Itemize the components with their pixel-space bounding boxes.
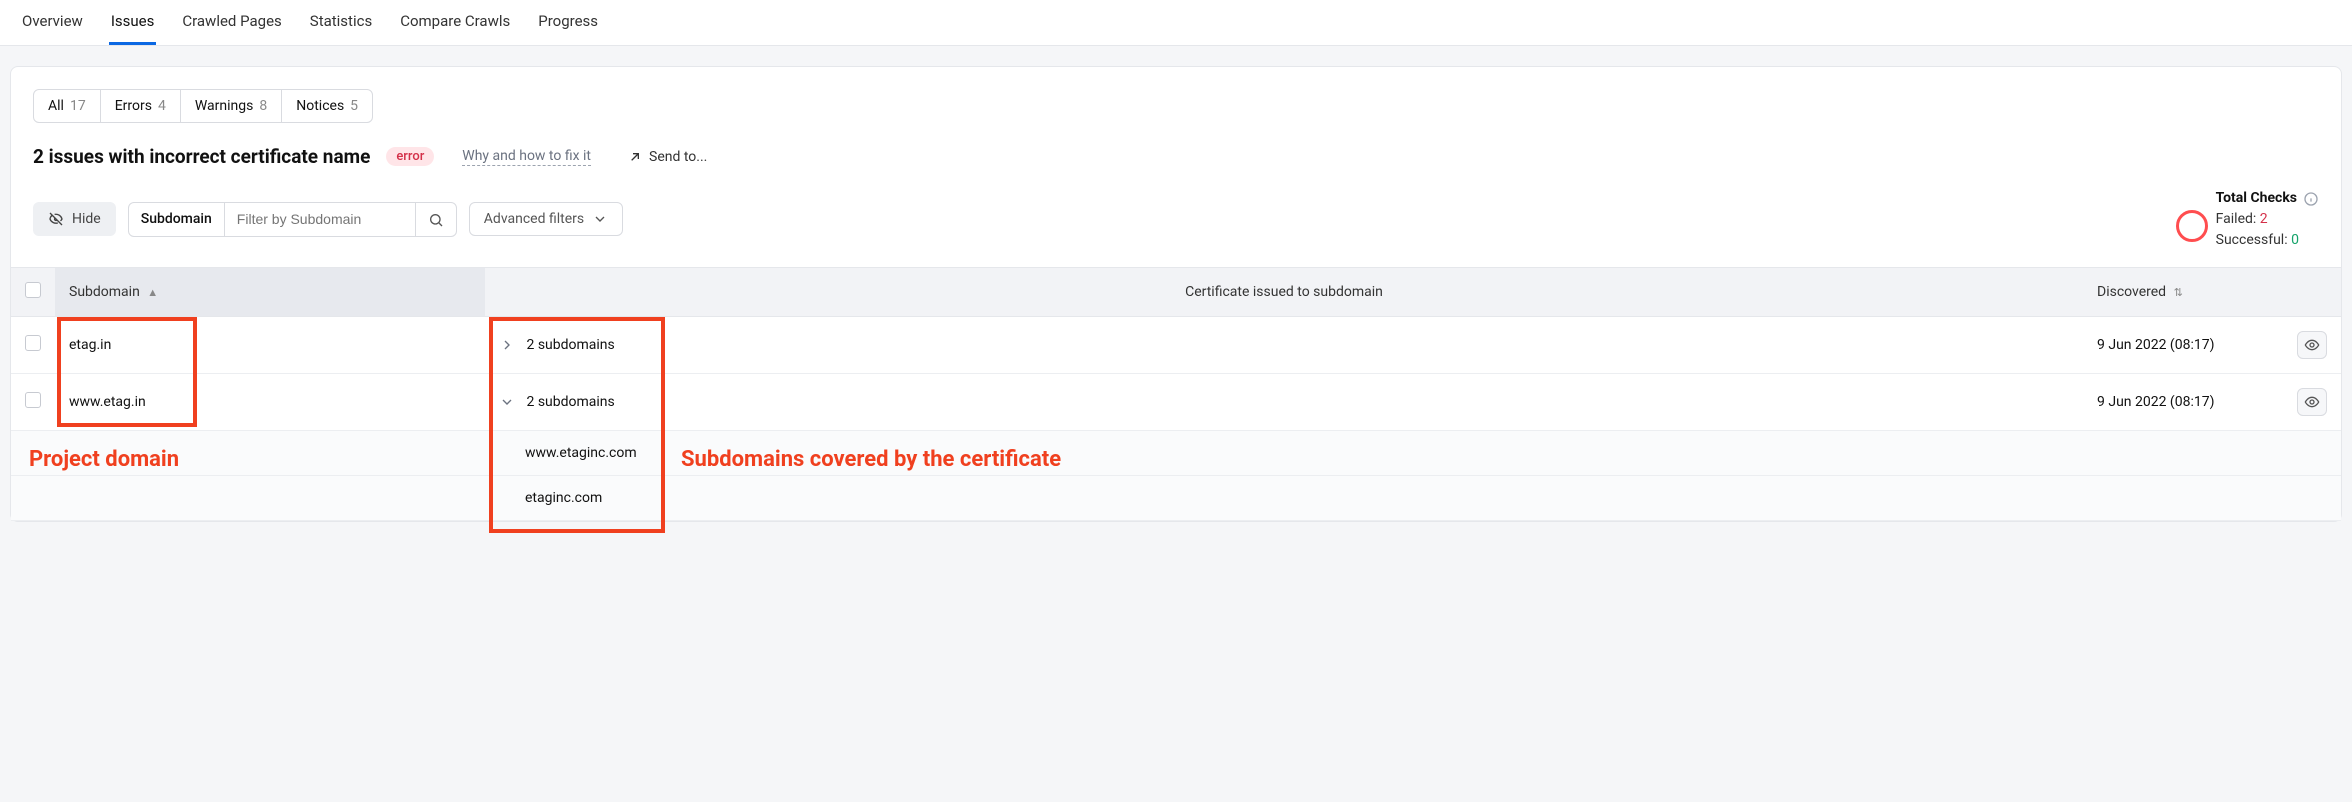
send-icon: [627, 149, 643, 165]
table-row-nested: etaginc.com: [11, 476, 2341, 521]
successful-value: 0: [2291, 232, 2299, 248]
cell-subdomain[interactable]: etag.in: [55, 317, 485, 374]
col-subdomain-label: Subdomain: [69, 284, 140, 300]
hide-button[interactable]: Hide: [33, 202, 116, 236]
pill-notices[interactable]: Notices 5: [282, 90, 372, 122]
expand-toggle[interactable]: [499, 394, 513, 410]
annotation-label-subdomains: Subdomains covered by the certificate: [681, 447, 1061, 472]
why-how-fix-link[interactable]: Why and how to fix it: [462, 148, 591, 166]
checks-ring-icon: [2176, 210, 2208, 242]
cell-subdomain[interactable]: www.etag.in: [55, 374, 485, 431]
col-discovered[interactable]: Discovered ⇅: [2083, 268, 2283, 317]
pill-errors-count: 4: [158, 98, 166, 114]
col-certificate-issued[interactable]: Certificate issued to subdomain: [485, 268, 2083, 317]
row-checkbox[interactable]: [25, 335, 41, 351]
cell-issued-summary: 2 subdomains: [526, 337, 614, 353]
pill-errors-label: Errors: [115, 98, 152, 114]
eye-icon: [2304, 394, 2320, 410]
pill-warnings[interactable]: Warnings 8: [181, 90, 282, 122]
pill-errors[interactable]: Errors 4: [101, 90, 181, 122]
filter-search-button[interactable]: [415, 203, 456, 235]
cell-discovered: 9 Jun 2022 (08:17): [2083, 374, 2283, 431]
chevron-down-icon: [499, 394, 515, 410]
table-row: www.etag.in 2 subdomains 9 Jun 2022 (08:…: [11, 374, 2341, 431]
annotation-label-project-domain: Project domain: [29, 447, 179, 472]
tab-compare-crawls[interactable]: Compare Crawls: [398, 0, 512, 45]
view-button[interactable]: [2297, 331, 2327, 359]
pill-warnings-count: 8: [259, 98, 267, 114]
nested-subdomain[interactable]: etaginc.com: [485, 476, 2083, 521]
select-all-checkbox[interactable]: [25, 282, 41, 298]
tab-overview[interactable]: Overview: [20, 0, 85, 45]
pill-all-label: All: [48, 98, 64, 114]
advanced-filters-button[interactable]: Advanced filters: [469, 202, 623, 236]
eye-off-icon: [48, 211, 64, 227]
total-checks-title: Total Checks: [2216, 188, 2297, 209]
successful-label: Successful:: [2216, 232, 2288, 248]
page-title: 2 issues with incorrect certificate name: [33, 145, 370, 168]
sort-icon: ⇅: [2174, 286, 2183, 299]
sort-asc-icon: ▲: [147, 286, 158, 299]
col-discovered-label: Discovered: [2097, 284, 2166, 300]
tab-issues[interactable]: Issues: [109, 0, 157, 45]
expand-toggle[interactable]: [499, 337, 513, 353]
filter-field-label[interactable]: Subdomain: [129, 203, 225, 235]
total-checks-widget: Total Checks Failed: 2 Successful: 0: [2176, 188, 2319, 251]
tab-statistics[interactable]: Statistics: [308, 0, 374, 45]
advanced-filters-label: Advanced filters: [484, 211, 584, 227]
eye-icon: [2304, 337, 2320, 353]
col-issued-label: Certificate issued to subdomain: [1185, 284, 1383, 300]
failed-label: Failed:: [2216, 211, 2257, 227]
tab-crawled-pages[interactable]: Crawled Pages: [180, 0, 283, 45]
failed-value: 2: [2260, 211, 2268, 227]
pill-all[interactable]: All 17: [34, 90, 101, 122]
send-to-label: Send to...: [649, 149, 707, 165]
view-button[interactable]: [2297, 388, 2327, 416]
pill-notices-label: Notices: [296, 98, 344, 114]
tab-progress[interactable]: Progress: [536, 0, 600, 45]
severity-badge: error: [386, 147, 434, 166]
info-icon[interactable]: [2303, 191, 2319, 207]
pill-warnings-label: Warnings: [195, 98, 254, 114]
chevron-right-icon: [499, 337, 515, 353]
subdomain-filter: Subdomain: [128, 202, 457, 236]
cell-discovered: 9 Jun 2022 (08:17): [2083, 317, 2283, 374]
table-row-nested: www.etaginc.com: [11, 431, 2341, 476]
row-checkbox[interactable]: [25, 392, 41, 408]
issue-filter-pills: All 17 Errors 4 Warnings 8 Notices 5: [33, 89, 373, 123]
send-to-button[interactable]: Send to...: [627, 149, 707, 165]
search-icon: [428, 212, 444, 228]
chevron-down-icon: [592, 211, 608, 227]
filter-input[interactable]: [225, 203, 415, 235]
issues-table: Subdomain ▲ Certificate issued to subdom…: [11, 267, 2341, 521]
col-subdomain[interactable]: Subdomain ▲: [55, 268, 485, 317]
hide-label: Hide: [72, 211, 101, 227]
pill-notices-count: 5: [350, 98, 358, 114]
cell-issued-summary: 2 subdomains: [526, 394, 614, 410]
pill-all-count: 17: [70, 98, 86, 114]
table-row: etag.in 2 subdomains 9 Jun 2022 (08:17): [11, 317, 2341, 374]
